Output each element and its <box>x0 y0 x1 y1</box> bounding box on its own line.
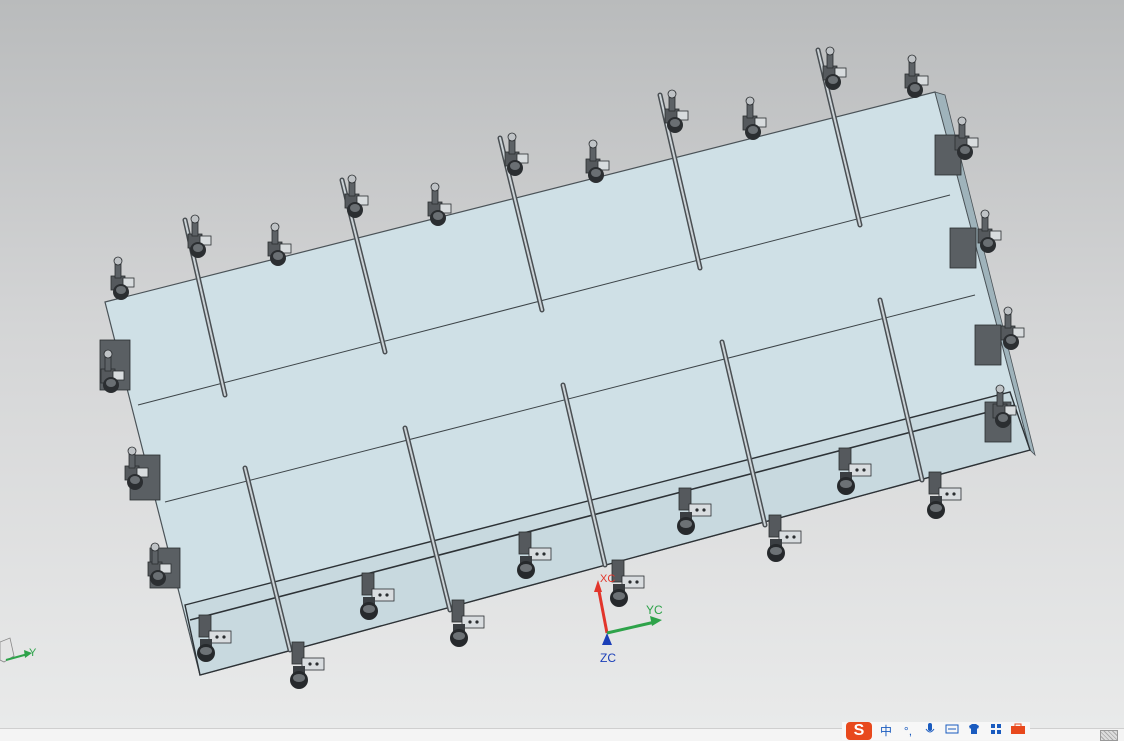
fixture-model: XC YC ZC Y <box>0 46 1036 690</box>
zc-axis-label: ZC <box>600 651 616 665</box>
keyboard-icon[interactable] <box>944 722 960 740</box>
cad-viewport[interactable]: XC YC ZC Y <box>0 0 1124 728</box>
resize-grip-icon <box>1100 730 1118 741</box>
ime-punct-button[interactable]: °, <box>900 722 916 740</box>
yc-axis-label: YC <box>646 603 663 617</box>
ime-lang-button[interactable]: 中 <box>878 722 894 740</box>
mic-icon[interactable] <box>922 722 938 741</box>
fixture-plate <box>104 91 1031 676</box>
ime-toolbar[interactable]: S 中 °, <box>842 722 1030 740</box>
toolbox-icon[interactable] <box>1010 722 1026 740</box>
ime-logo-icon[interactable]: S <box>846 722 872 740</box>
grid-icon[interactable] <box>988 722 1004 740</box>
xc-axis-label: XC <box>600 573 615 585</box>
shirt-icon[interactable] <box>966 722 982 740</box>
y-axis-label: Y <box>29 647 37 659</box>
view-triad: Y <box>0 637 37 663</box>
